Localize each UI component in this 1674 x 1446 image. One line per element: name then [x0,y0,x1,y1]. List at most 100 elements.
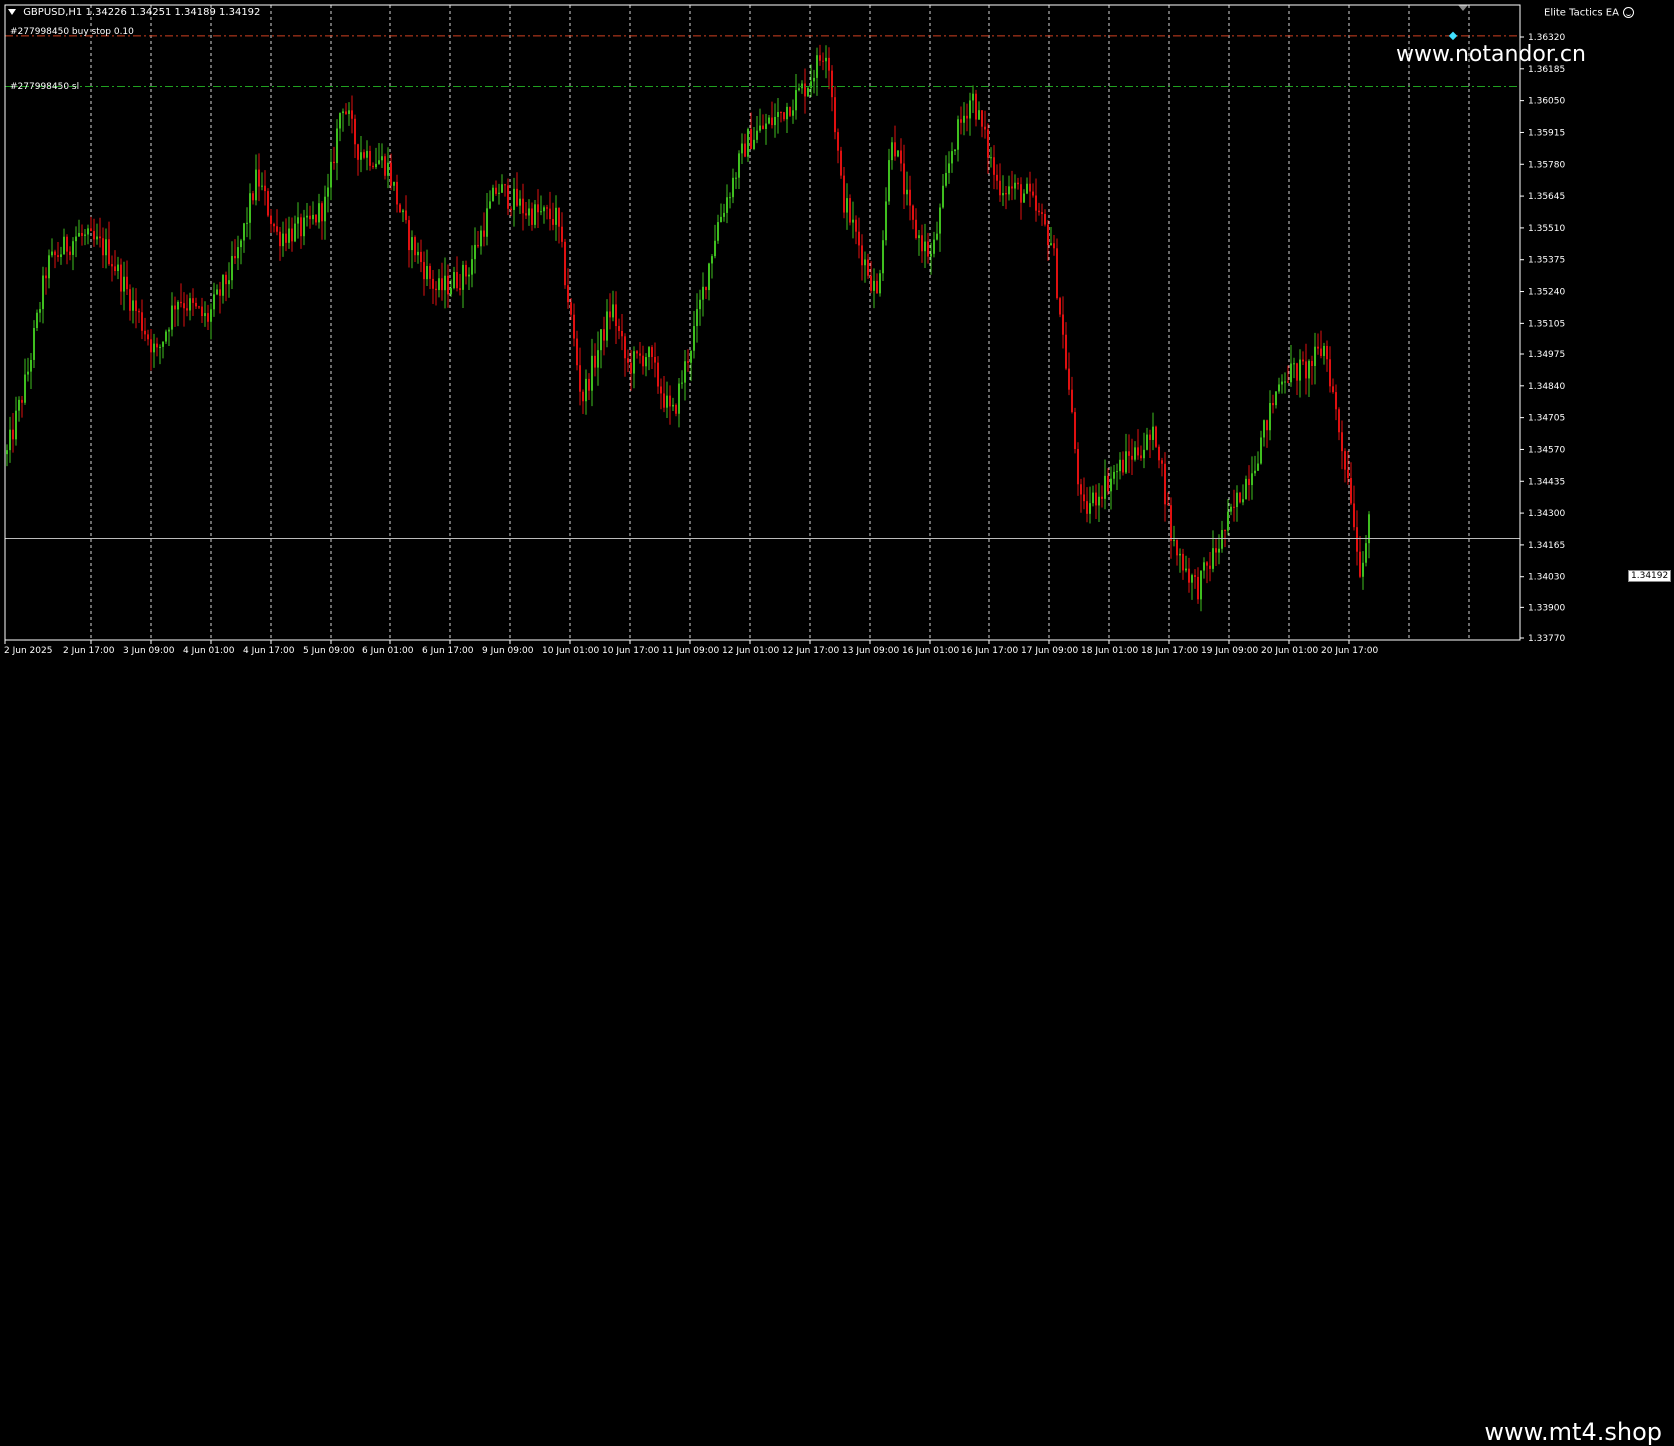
candle-body [210,309,212,322]
candle-body [42,275,44,310]
candle-body [1158,446,1160,461]
candle-body [729,197,731,199]
candle-body [843,175,845,213]
candle-body [951,151,953,164]
chart-window[interactable]: 2 Jun 2025 2 Jun 17:00 3 Jun 09:00 4 Jun 01… [0,0,1674,747]
candle-body [1062,314,1064,335]
price-axis-label: 1.34030 [1528,573,1565,583]
candle-body [714,240,716,257]
time-axis-label: 12 Jun 17:00 [782,646,839,656]
candle-body [1245,478,1247,500]
candle-body [1095,492,1097,506]
candle-body [672,404,674,407]
candle-body [648,347,650,358]
candle-body [1191,575,1193,583]
candle-body [477,244,479,247]
candle-body [201,306,203,317]
candle-body [231,256,233,281]
candle-body [393,181,395,186]
candle-body [702,286,704,300]
candle-body [927,241,929,257]
candle-body [579,365,581,392]
candle-body [846,198,848,213]
candle-body [1038,210,1040,213]
candle-body [1119,459,1121,472]
candle-body [1335,392,1337,410]
candle-body [1206,562,1208,566]
candle-body [348,110,350,114]
candle-body [1275,391,1277,406]
candle-body [756,130,758,140]
candle-body [258,169,260,187]
price-axis-label: 1.34705 [1528,414,1565,424]
candle-body [612,304,614,318]
candle-body [174,305,176,310]
candle-body [186,308,188,311]
candle-body [1200,570,1202,600]
candle-body [909,189,911,206]
candle-body [1188,568,1190,583]
candle-body [147,334,149,340]
time-axis-label: 4 Jun 17:00 [243,646,295,656]
candle-body [132,300,134,311]
candle-body [363,152,365,158]
candle-body [684,361,686,383]
candle-body [969,100,971,119]
candle-body [273,223,275,227]
candle-body [1314,346,1316,367]
candle-body [144,330,146,335]
candle-body [456,272,458,289]
candle-body [1323,345,1325,356]
candle-body [453,272,455,289]
candle-body [291,228,293,242]
candle-body [1281,381,1283,385]
candle-body [651,347,653,357]
candle-body [522,198,524,214]
expert-advisor-label[interactable]: Elite Tactics EA [1544,7,1634,19]
candle-body [1083,494,1085,502]
candle-body [597,350,599,368]
candle-body [1185,568,1187,571]
candle-body [606,311,608,341]
candle-body [621,331,623,337]
candle-body [834,97,836,133]
candle-body [447,275,449,295]
candle-body [537,204,539,213]
candle-body [615,304,617,327]
candle-body [531,208,533,225]
watermark-top: www.notandor.cn [1396,42,1586,67]
candle-body [582,391,584,402]
candle-body [1221,530,1223,549]
price-chart[interactable]: 2 Jun 2025 2 Jun 17:00 3 Jun 09:00 4 Jun 01… [0,0,1674,707]
dropdown-triangle-icon[interactable] [8,9,16,15]
time-axis-label: 4 Jun 01:00 [183,646,235,656]
candle-body [780,112,782,114]
candle-body [1176,540,1178,556]
candle-body [792,110,794,116]
candle-body [483,230,485,237]
candle-body [642,355,644,367]
candle-body [711,256,713,264]
candle-body [315,214,317,223]
candle-body [303,217,305,237]
candle-body [492,187,494,202]
candle-body [135,300,137,311]
candle-body [252,193,254,201]
time-axis-label: 20 Jun 17:00 [1321,646,1378,656]
candle-body [357,144,359,160]
candle-body [831,70,833,98]
candle-body [1140,455,1142,459]
candle-body [663,393,665,408]
candle-body [246,222,248,224]
candle-body [1101,496,1103,499]
candle-body [516,188,518,206]
candle-body [1155,426,1157,447]
candle-body [1080,484,1082,495]
candle-body [915,219,917,239]
candle-body [1050,243,1052,246]
candle-body [471,259,473,275]
candle-body [369,150,371,166]
candle-body [765,123,767,129]
ohlc-values: 1.34226 1.34251 1.34189 1.34192 [85,7,261,18]
candle-body [345,111,347,114]
